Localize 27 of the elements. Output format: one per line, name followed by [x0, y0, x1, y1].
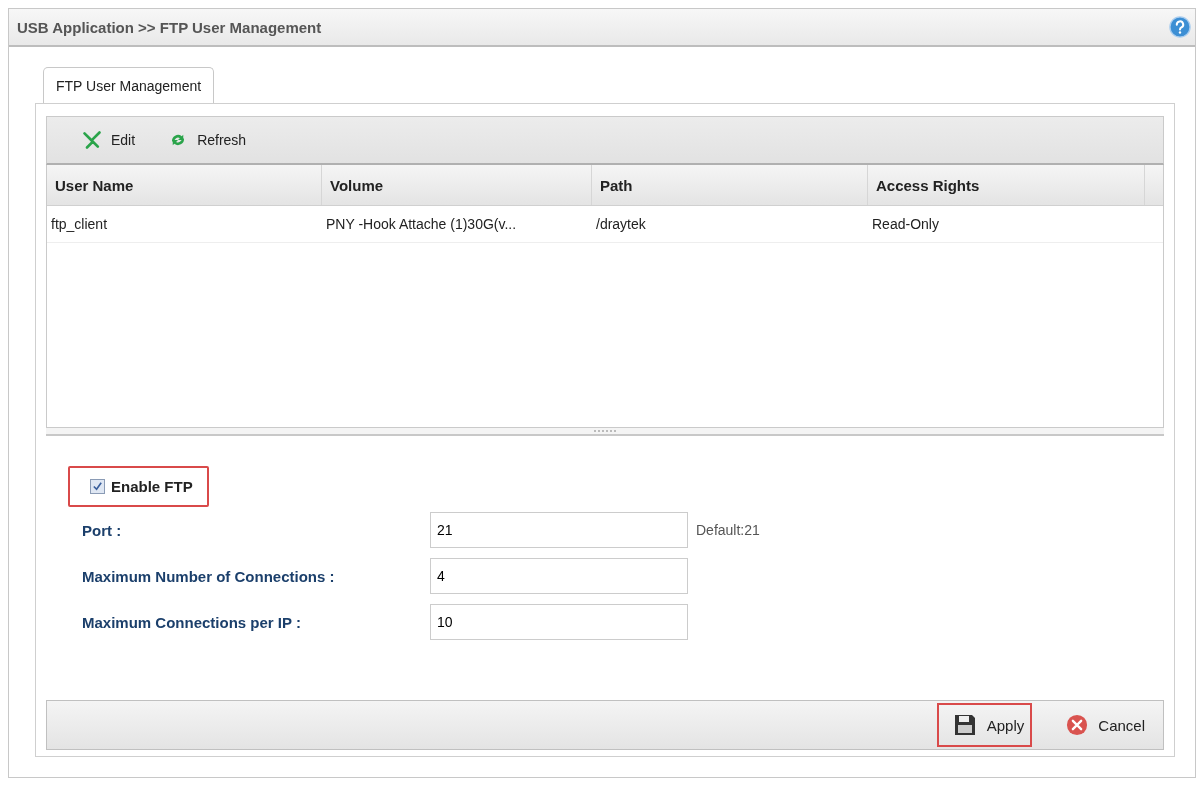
- tab[interactable]: FTP User Management: [43, 67, 215, 104]
- save-icon: [952, 713, 977, 737]
- column-header[interactable]: User Name: [47, 165, 322, 205]
- field-label: Port :: [82, 521, 123, 539]
- cancel-button[interactable]: Cancel: [1050, 703, 1153, 747]
- field-label: Maximum Number of Connections :: [82, 567, 336, 585]
- input-field[interactable]: 10: [430, 604, 688, 640]
- table-row[interactable]: ftp_client PNY -Hook Attache (1)30G(v... /draytek Read-Only: [47, 206, 1163, 243]
- edit-button[interactable]: Edit: [81, 130, 136, 150]
- field-label: Maximum Connections per IP :: [82, 613, 302, 631]
- help-icon[interactable]: [1169, 16, 1191, 38]
- refresh-button[interactable]: Refresh: [167, 131, 247, 149]
- input-field[interactable]: 4: [430, 558, 688, 594]
- apply-button[interactable]: Apply: [936, 703, 1033, 747]
- table-cell-text: Read-Only: [871, 215, 940, 234]
- column-header[interactable]: Access Rights: [868, 165, 1145, 205]
- cancel-icon: [1066, 714, 1089, 736]
- column-header[interactable]: Volume: [322, 165, 592, 205]
- column-header[interactable]: Path: [592, 165, 868, 205]
- table-cell-text: ftp_client: [50, 215, 109, 234]
- window-title: USB Application >> FTP User Management: [17, 18, 322, 36]
- enable-ftp-checkbox[interactable]: Enable FTP: [68, 466, 209, 507]
- check-icon: [92, 481, 103, 492]
- default-hint: Default:21: [696, 522, 760, 538]
- input-field[interactable]: 21: [430, 512, 688, 548]
- table-cell-text: /draytek: [595, 215, 647, 234]
- table-cell-text: PNY -Hook Attache (1)30G(v...: [325, 215, 518, 234]
